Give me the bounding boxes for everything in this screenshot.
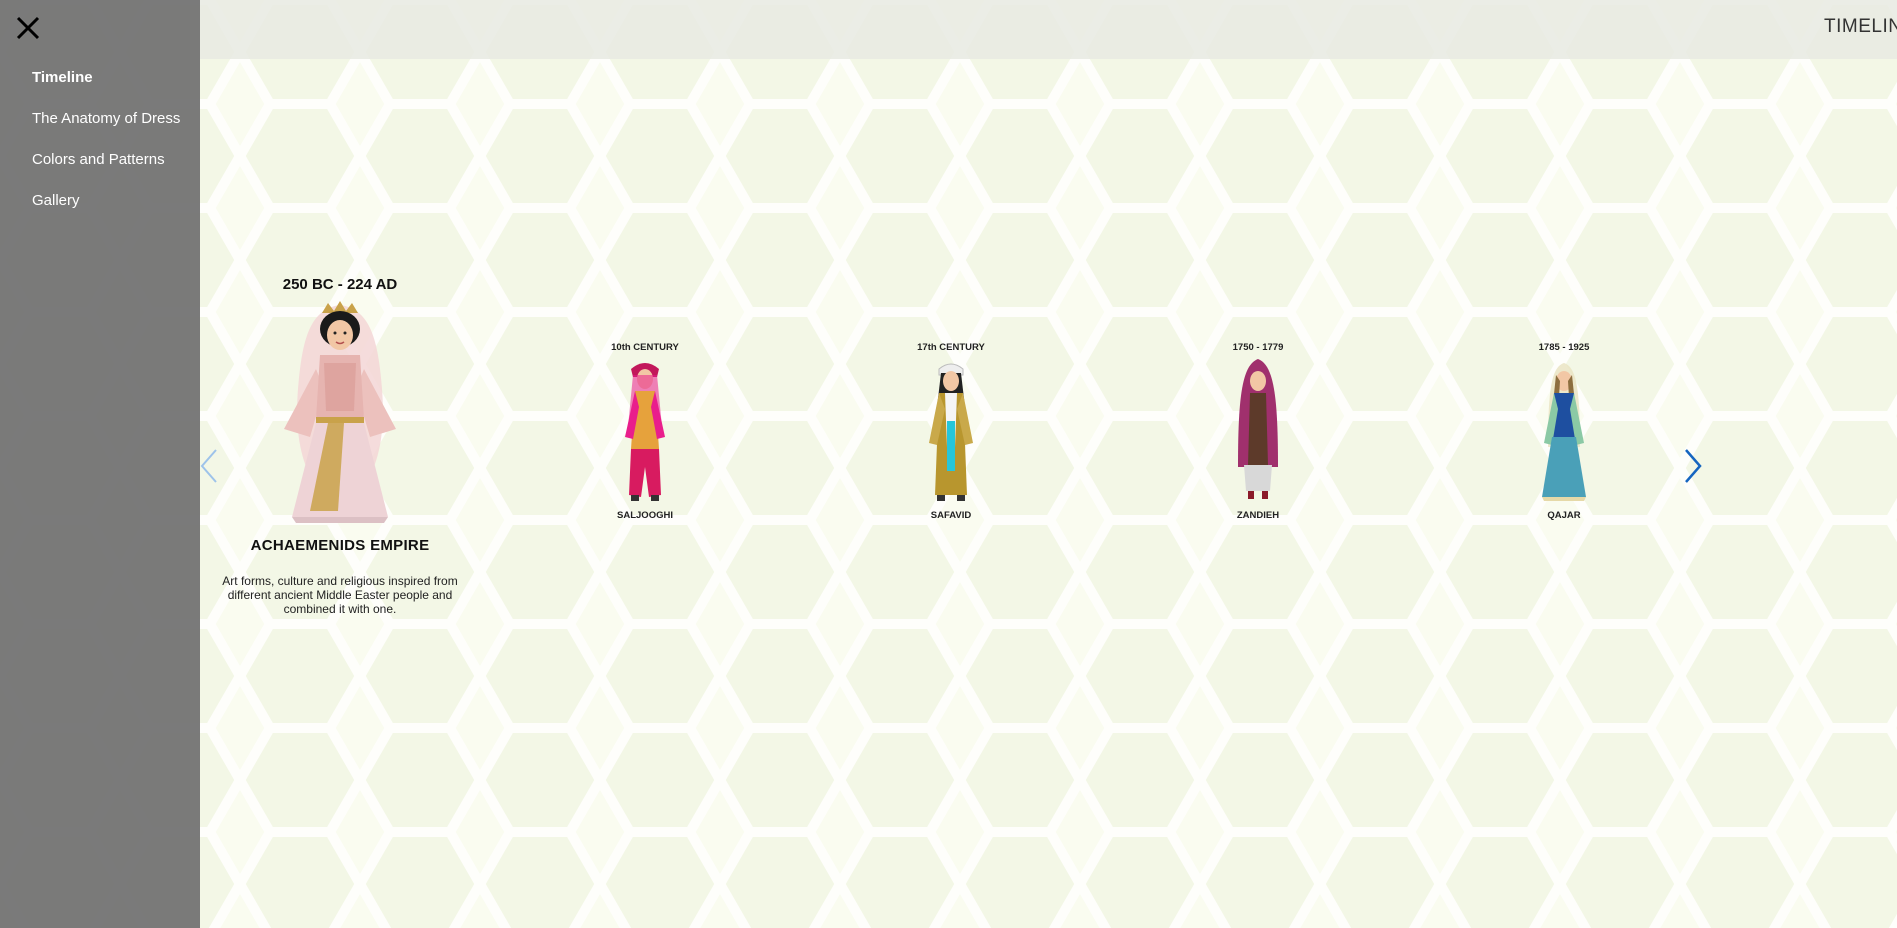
featured-era-name: ACHAEMENIDS EMPIRE [250, 537, 430, 554]
next-button[interactable] [1682, 446, 1706, 486]
era-date: 1750 - 1779 [1232, 342, 1284, 353]
sidebar-item-timeline[interactable]: Timeline [32, 68, 180, 109]
era-name: QAJAR [1547, 510, 1581, 521]
featured-era[interactable]: 250 BC - 224 AD ACHAEMENIDS EMPIRE Art f… [210, 272, 470, 616]
header-bar: TIMELINE [200, 0, 1897, 59]
qajar-costume-figure [1542, 363, 1586, 501]
achaemenid-costume-figure [284, 301, 396, 523]
era-name: SAFAVID [930, 510, 972, 521]
zandieh-costume-figure [1238, 359, 1278, 499]
chevron-right-icon [1685, 449, 1702, 483]
era-zandieh[interactable]: 1750 - 1779 ZANDIEH [1203, 342, 1313, 521]
era-date: 17th CENTURY [917, 342, 985, 353]
era-qajar[interactable]: 1785 - 1925 QAJAR [1509, 342, 1619, 521]
era-date: 10th CENTURY [611, 342, 679, 353]
featured-era-description: Art forms, culture and religious inspire… [222, 574, 458, 616]
era-name: SALJOOGHI [617, 510, 673, 521]
close-button[interactable] [12, 12, 44, 44]
sidebar-item-gallery[interactable]: Gallery [32, 191, 180, 232]
era-date: 1785 - 1925 [1538, 342, 1590, 353]
page-title: TIMELINE [1824, 16, 1897, 37]
sidebar-nav: Timeline The Anatomy of Dress Colors and… [32, 68, 180, 232]
saljooghi-costume-figure [625, 363, 665, 501]
close-icon [16, 16, 40, 40]
era-saljooghi[interactable]: 10th CENTURY SALJOOGHI [590, 342, 700, 521]
safavid-costume-figure [929, 363, 973, 501]
era-safavid[interactable]: 17th CENTURY SAFAVID [896, 342, 1006, 521]
sidebar-item-colors-and-patterns[interactable]: Colors and Patterns [32, 150, 180, 191]
sidebar: Timeline The Anatomy of Dress Colors and… [0, 0, 200, 928]
sidebar-item-anatomy-of-dress[interactable]: The Anatomy of Dress [32, 109, 180, 150]
era-name: ZANDIEH [1236, 510, 1280, 521]
featured-era-date: 250 BC - 224 AD [282, 276, 398, 293]
